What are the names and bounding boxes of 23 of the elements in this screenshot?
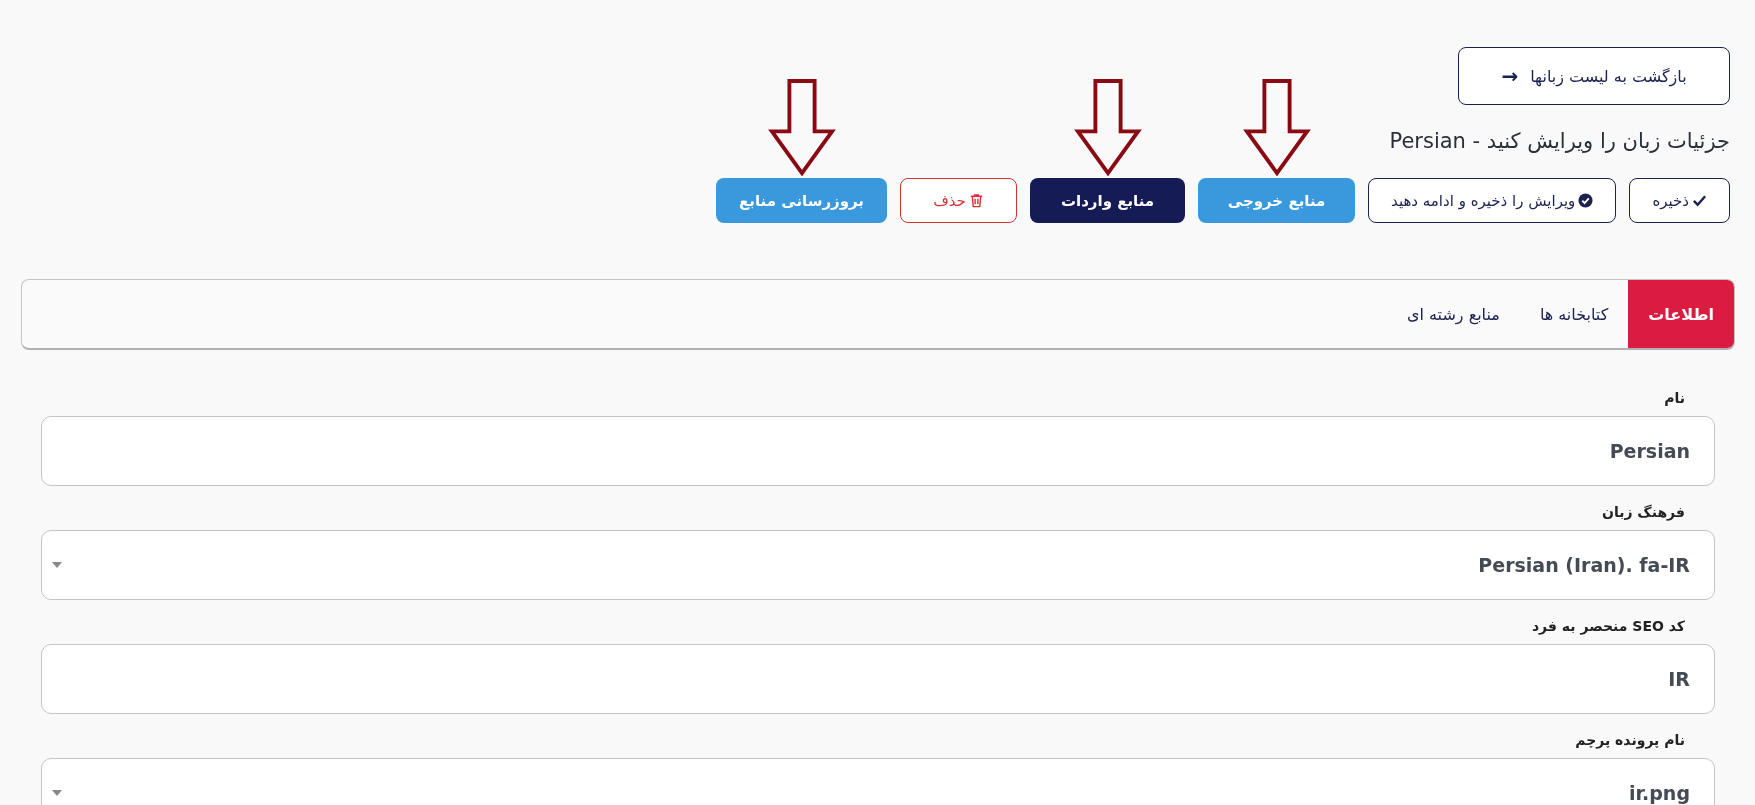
input-field[interactable]: Persian <box>41 416 1715 486</box>
back-button[interactable]: بازگشت به لیست زبانها → <box>1458 47 1730 105</box>
input-field[interactable]: IR <box>41 644 1715 714</box>
caret-icon <box>52 790 62 796</box>
action-button[interactable]: ذخیره <box>1629 178 1730 223</box>
trash-icon <box>968 193 984 208</box>
field-label: نام <box>1663 390 1686 406</box>
tab[interactable]: کتابخانه ها <box>1519 280 1629 348</box>
page-title: جزئیات زبان را ویرایش کنید - Persian <box>1389 129 1730 153</box>
check-icon <box>1692 193 1707 208</box>
caret-icon <box>52 562 62 568</box>
field-label: فرهنگ زبان <box>1600 504 1686 520</box>
tab[interactable]: اطلاعات <box>1628 280 1734 348</box>
tab[interactable]: منابع رشته ای <box>1386 280 1520 348</box>
action-button[interactable]: حذف <box>900 178 1017 223</box>
field-label: کد SEO منحصر به فرد <box>1530 618 1686 634</box>
select-field[interactable]: Persian (Iran). fa-IR <box>41 530 1715 600</box>
select-field[interactable]: ir.png <box>41 758 1715 805</box>
field-label: نام پرونده پرچم <box>1574 732 1686 748</box>
action-button[interactable]: ویرایش را ذخیره و ادامه دهید <box>1368 178 1617 223</box>
action-button[interactable]: منابع واردات <box>1030 178 1185 223</box>
check-circle-icon <box>1578 193 1594 208</box>
arrow-icon: → <box>1501 64 1519 88</box>
